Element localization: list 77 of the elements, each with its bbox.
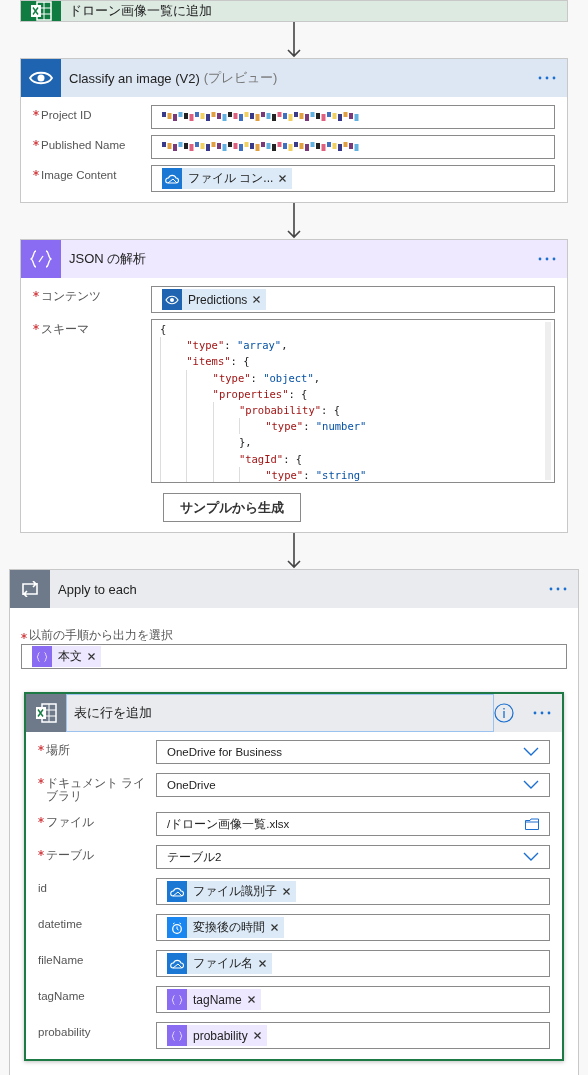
folder-icon[interactable] xyxy=(525,818,539,830)
remove-icon[interactable] xyxy=(253,296,261,303)
text-field[interactable] xyxy=(151,105,555,129)
remove-icon[interactable] xyxy=(259,960,266,967)
clock-icon xyxy=(171,921,183,934)
more-icon[interactable] xyxy=(538,76,556,80)
field-label: Published Name xyxy=(41,139,126,152)
remove-icon[interactable] xyxy=(283,888,290,895)
code-editor[interactable]: { "type": "array", "items": { "type": "object", "properties": { "probability": { "type": "number" }, "tagId": { "type": "string" xyxy=(151,319,555,483)
field-label: Project ID xyxy=(41,109,92,122)
braces-icon xyxy=(30,250,52,268)
eye-icon xyxy=(165,294,179,305)
token-field[interactable]: ファイル識別子 xyxy=(156,878,550,905)
token-field[interactable]: ファイル コン... xyxy=(151,165,555,192)
remove-icon[interactable] xyxy=(88,653,95,660)
field-label: スキーマ xyxy=(41,323,89,336)
token-field[interactable]: tagName xyxy=(156,986,550,1013)
token-chip[interactable]: 本文 xyxy=(32,646,101,667)
text-field[interactable] xyxy=(151,135,555,159)
token-chip[interactable]: Predictions xyxy=(162,289,267,310)
remove-icon[interactable] xyxy=(279,175,287,182)
token-chip[interactable]: ファイル名 xyxy=(167,953,272,974)
field-label: fileName xyxy=(38,954,84,967)
file-field[interactable]: /ドローン画像一覧.xlsx xyxy=(156,812,550,836)
chevron-icon xyxy=(523,747,539,757)
cloud-icon xyxy=(165,173,179,184)
more-icon[interactable] xyxy=(549,587,567,591)
more-icon[interactable] xyxy=(538,257,556,261)
token-chip[interactable]: ファイル コン... xyxy=(162,168,293,189)
connector-arrow xyxy=(287,22,301,58)
cloud-icon xyxy=(170,886,184,897)
token-field[interactable]: ファイル名 xyxy=(156,950,550,977)
remove-icon[interactable] xyxy=(253,1032,261,1039)
token-chip[interactable]: ファイル識別子 xyxy=(167,881,296,902)
cloud-icon xyxy=(170,958,184,969)
card-title: 表に行を追加 xyxy=(74,704,152,722)
field-label: ファイル xyxy=(46,816,94,829)
token-field[interactable]: probability xyxy=(156,1022,550,1049)
card-title: ドローン画像一覧に追加 xyxy=(69,2,212,20)
remove-icon[interactable] xyxy=(271,924,278,931)
field-label: tagName xyxy=(38,990,85,1003)
dropdown[interactable]: テーブル2 xyxy=(156,845,550,869)
chevron-icon xyxy=(523,852,539,862)
dropdown[interactable]: OneDrive for Business xyxy=(156,740,550,764)
spreadsheet-icon xyxy=(35,703,57,723)
token-chip[interactable]: 変換後の時間 xyxy=(167,917,284,938)
field-label: テーブル xyxy=(46,849,94,862)
loop-icon xyxy=(20,581,40,597)
field-label: id xyxy=(38,882,47,895)
field-label: ドキュメント ライブラリ xyxy=(46,777,147,803)
remove-icon[interactable] xyxy=(247,996,255,1003)
generate-button[interactable]: サンプルから生成 xyxy=(163,493,301,522)
card-title: JSON の解析 xyxy=(69,250,147,268)
braces-icon xyxy=(36,651,48,662)
token-chip[interactable]: probability xyxy=(167,1025,267,1046)
field-label: コンテンツ xyxy=(41,290,101,303)
field-label: probability xyxy=(38,1026,91,1039)
token-chip[interactable]: tagName xyxy=(167,989,261,1010)
card-title: Apply to each xyxy=(58,581,137,597)
card-title: Classify an image (V2) xyxy=(69,70,200,86)
dropdown[interactable]: OneDrive xyxy=(156,773,550,797)
field-label: datetime xyxy=(38,918,83,931)
token-field[interactable]: 変換後の時間 xyxy=(156,914,550,941)
braces-icon xyxy=(171,1030,183,1041)
connector-arrow xyxy=(287,203,301,239)
braces-icon xyxy=(171,994,183,1005)
connector-arrow xyxy=(287,533,301,569)
more-icon[interactable] xyxy=(533,711,551,715)
info-icon[interactable] xyxy=(494,703,514,723)
field-label: 場所 xyxy=(46,744,70,757)
card-subtitle: (プレビュー) xyxy=(203,69,278,87)
token-field[interactable]: Predictions xyxy=(151,286,555,313)
token-field[interactable]: 本文 xyxy=(21,644,567,669)
chevron-icon xyxy=(523,780,539,790)
field-label: Image Content xyxy=(41,169,117,182)
field-label: 以前の手順から出力を選択 xyxy=(29,628,173,643)
eye-icon xyxy=(29,70,53,86)
